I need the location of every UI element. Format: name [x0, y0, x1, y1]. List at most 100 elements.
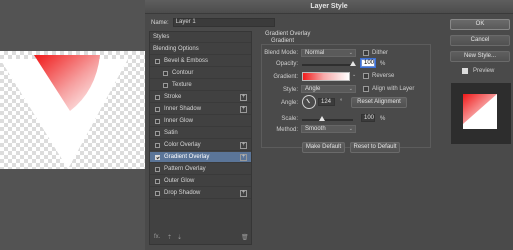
add-icon[interactable]: +	[240, 190, 247, 197]
checkbox[interactable]	[155, 143, 160, 148]
chevron-down-icon: ⌄	[348, 50, 353, 56]
opacity-input[interactable]: 100	[361, 59, 375, 67]
preview-checkbox[interactable]	[462, 68, 468, 74]
checkbox[interactable]	[163, 83, 168, 88]
style-select[interactable]: Angle ⌄	[301, 85, 356, 93]
angle-dial[interactable]	[302, 95, 316, 109]
align-with-layer-label: Align with Layer	[372, 86, 415, 92]
fx-icon[interactable]: fx.	[154, 234, 160, 240]
chevron-down-icon: ⌄	[348, 126, 353, 132]
cancel-button[interactable]: Cancel	[450, 35, 510, 46]
name-label: Name:	[151, 19, 169, 26]
blending-options-item[interactable]: Blending Options	[150, 44, 251, 55]
trash-icon[interactable]: 🗑	[241, 234, 249, 241]
styles-header[interactable]: Styles	[150, 32, 251, 43]
style-item-inner-shadow[interactable]: Inner Shadow +	[150, 104, 251, 115]
opacity-slider[interactable]	[302, 64, 353, 66]
name-field[interactable]: Layer 1	[172, 18, 275, 27]
checkbox[interactable]	[155, 155, 160, 160]
preview-gradient-shape	[463, 94, 497, 124]
checkbox[interactable]	[155, 191, 160, 196]
styles-list: Styles Blending Options Bevel & Emboss C…	[149, 31, 252, 245]
reverse-checkbox[interactable]	[363, 73, 369, 79]
style-item-label: Gradient Overlay	[164, 154, 210, 160]
angle-label: Angle:	[280, 100, 298, 106]
method-value: Smooth	[305, 126, 326, 132]
reverse-label: Reverse	[372, 73, 395, 79]
style-item-drop-shadow[interactable]: Drop Shadow +	[150, 188, 251, 199]
style-item-label: Color Overlay	[164, 142, 201, 148]
style-item-contour[interactable]: Contour	[150, 68, 251, 79]
style-item-label: Pattern Overlay	[164, 166, 206, 172]
style-item-inner-glow[interactable]: Inner Glow	[150, 116, 251, 127]
add-icon[interactable]: +	[240, 106, 247, 113]
style-item-label: Outer Glow	[164, 178, 195, 184]
style-item-bevel-emboss[interactable]: Bevel & Emboss	[150, 56, 251, 67]
scale-label: Scale:	[281, 116, 298, 122]
style-item-pattern-overlay[interactable]: Pattern Overlay	[150, 164, 251, 175]
gradient-label: Gradient:	[273, 74, 298, 80]
style-item-gradient-overlay[interactable]: Gradient Overlay +	[150, 152, 251, 163]
chevron-down-icon[interactable]: ⌄	[352, 72, 356, 78]
move-up-icon[interactable]: ⇡	[167, 234, 172, 241]
style-item-outer-glow[interactable]: Outer Glow	[150, 176, 251, 187]
checkbox[interactable]	[155, 119, 160, 124]
style-item-label: Inner Glow	[164, 118, 194, 124]
method-label: Method:	[276, 127, 298, 133]
angle-input[interactable]: 124	[318, 98, 335, 106]
style-item-label: Bevel & Emboss	[164, 58, 209, 64]
scale-slider-thumb[interactable]	[319, 116, 325, 121]
checkbox[interactable]	[155, 95, 160, 100]
style-item-satin[interactable]: Satin	[150, 128, 251, 139]
checkbox[interactable]	[155, 179, 160, 184]
style-item-stroke[interactable]: Stroke +	[150, 92, 251, 103]
dither-checkbox[interactable]	[363, 50, 369, 56]
style-item-label: Drop Shadow	[164, 190, 201, 196]
ok-button[interactable]: OK	[450, 19, 510, 30]
checkbox[interactable]	[155, 107, 160, 112]
layer-style-dialog: Layer Style Name: Layer 1 Styles Blendin…	[145, 0, 513, 250]
checkbox[interactable]	[163, 71, 168, 76]
canvas-document	[0, 51, 145, 169]
canvas-artwork	[0, 55, 128, 169]
opacity-unit: %	[380, 61, 386, 67]
add-icon[interactable]: +	[240, 154, 247, 161]
opacity-slider-thumb[interactable]	[350, 61, 356, 66]
checkbox[interactable]	[155, 131, 160, 136]
checkbox[interactable]	[155, 167, 160, 172]
style-item-color-overlay[interactable]: Color Overlay +	[150, 140, 251, 151]
move-down-icon[interactable]: ⇣	[177, 234, 182, 241]
reset-to-default-button[interactable]: Reset to Default	[350, 142, 400, 153]
scale-slider[interactable]	[302, 119, 353, 121]
angle-dial-needle	[306, 98, 310, 104]
style-item-label: Texture	[172, 82, 192, 88]
align-with-layer-checkbox[interactable]	[363, 86, 369, 92]
scale-input[interactable]: 100	[361, 114, 375, 122]
new-style-button[interactable]: New Style...	[450, 51, 510, 62]
reset-alignment-button[interactable]: Reset Alignment	[351, 97, 407, 108]
gradient-preview-swatch[interactable]	[302, 72, 350, 81]
section-title: Gradient Overlay	[265, 31, 311, 37]
style-preview	[451, 83, 511, 144]
make-default-button[interactable]: Make Default	[302, 142, 345, 153]
chevron-down-icon: ⌄	[348, 86, 353, 92]
blend-mode-select[interactable]: Normal ⌄	[301, 49, 356, 57]
style-item-label: Contour	[172, 70, 194, 76]
blend-mode-value: Normal	[305, 50, 325, 56]
blend-mode-label: Blend Mode:	[264, 50, 298, 56]
styles-list-footer: fx. ⇡ ⇣ 🗑	[150, 232, 251, 244]
method-select[interactable]: Smooth ⌄	[301, 125, 356, 133]
style-item-texture[interactable]: Texture	[150, 80, 251, 91]
style-label: Style:	[282, 87, 298, 93]
style-preview-swatch	[463, 94, 497, 129]
checkbox[interactable]	[155, 59, 160, 64]
dialog-title: Layer Style	[145, 0, 513, 14]
add-icon[interactable]: +	[240, 142, 247, 149]
style-item-label: Satin	[164, 130, 178, 136]
scale-unit: %	[380, 116, 386, 122]
style-item-label: Stroke	[164, 94, 182, 100]
name-row: Name: Layer 1	[151, 18, 275, 27]
add-icon[interactable]: +	[240, 94, 247, 101]
opacity-label: Opacity:	[275, 61, 298, 67]
angle-unit: °	[340, 99, 343, 105]
